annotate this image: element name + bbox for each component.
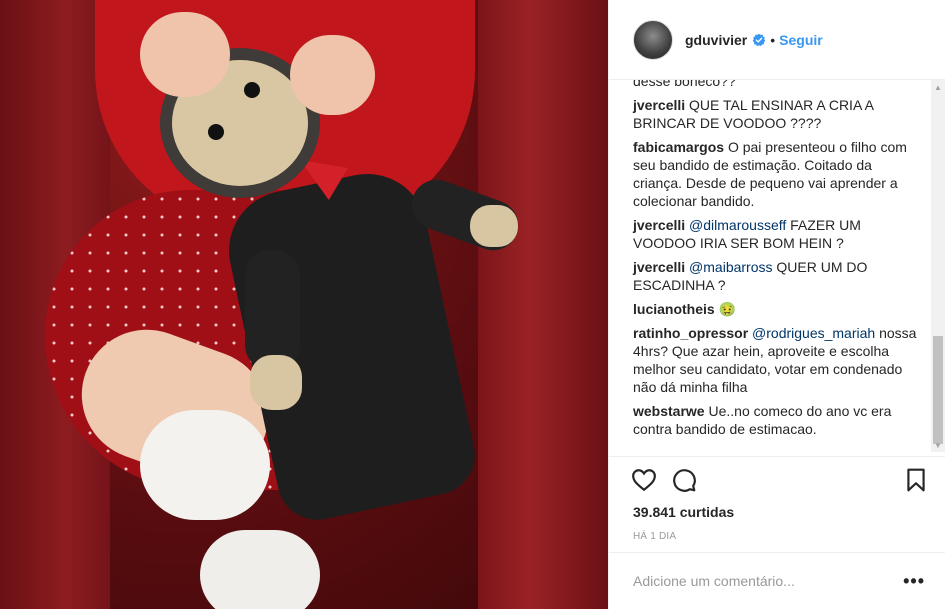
doll-arm xyxy=(245,250,300,370)
username[interactable]: gduvivier xyxy=(685,32,747,48)
comment-username[interactable]: jvercelli xyxy=(633,259,685,275)
comment: jvercelli @maibarross QUER UM DO ESCADIN… xyxy=(633,258,921,294)
doll-eye xyxy=(244,82,260,98)
comment: webstarwe Ue..no comeco do ano vc era co… xyxy=(633,402,921,438)
separator-dot: • xyxy=(770,31,776,48)
scroll-down-arrow-icon[interactable]: ▼ xyxy=(931,438,945,452)
comment: ratinho_opressor @rodrigues_mariah nossa… xyxy=(633,324,921,396)
verified-badge-icon xyxy=(752,33,766,46)
doll-eye xyxy=(208,124,224,140)
doll-hand xyxy=(250,355,302,410)
scrollbar-thumb[interactable] xyxy=(933,336,943,444)
comment-text: desse boneco?? xyxy=(633,80,736,89)
baby-sock xyxy=(140,410,270,520)
more-options-button[interactable]: ••• xyxy=(903,571,925,592)
post-header: gduvivier • Seguir xyxy=(609,0,945,80)
scroll-up-arrow-icon[interactable]: ▲ xyxy=(931,80,945,94)
post-sidebar: gduvivier • Seguir desse boneco?? jvercel… xyxy=(608,0,945,609)
follow-button[interactable]: Seguir xyxy=(779,32,823,48)
baby-hand xyxy=(140,12,230,97)
comments-panel[interactable]: desse boneco?? jvercelli QUE TAL ENSINAR … xyxy=(609,80,945,452)
comment-mention[interactable]: @rodrigues_mariah xyxy=(752,325,875,341)
post-timestamp[interactable]: HÁ 1 DIA xyxy=(609,522,945,552)
comment-list: desse boneco?? jvercelli QUE TAL ENSINAR … xyxy=(609,80,931,452)
comment: jvercelli QUE TAL ENSINAR A CRIA A BRINC… xyxy=(633,96,921,132)
comment: lucianotheis 🤢 xyxy=(633,300,921,318)
add-comment-bar: ••• xyxy=(609,552,945,609)
comment-username[interactable]: jvercelli xyxy=(633,97,685,113)
like-count[interactable]: 39.841 curtidas xyxy=(609,502,945,522)
bookmark-icon[interactable] xyxy=(903,467,929,493)
comment: desse boneco?? xyxy=(633,80,921,90)
comment-username[interactable]: fabicamargos xyxy=(633,139,724,155)
comment-username[interactable]: lucianotheis xyxy=(633,301,715,317)
comment-username[interactable]: jvercelli xyxy=(633,217,685,233)
comment-username[interactable]: webstarwe xyxy=(633,403,705,419)
comment: jvercelli @dilmarousseff FAZER UM VOODOO… xyxy=(633,216,921,252)
scrollbar[interactable]: ▲ ▼ xyxy=(931,80,945,452)
comment-bubble-icon[interactable] xyxy=(671,467,697,493)
heart-icon[interactable] xyxy=(631,467,657,493)
instagram-post: gduvivier • Seguir desse boneco?? jvercel… xyxy=(0,0,945,609)
baby-hand xyxy=(290,35,375,115)
avatar[interactable] xyxy=(633,19,673,60)
comment-mention[interactable]: @maibarross xyxy=(689,259,772,275)
baby-sock xyxy=(200,530,320,609)
action-bar xyxy=(609,456,945,502)
comment-text: 🤢 xyxy=(718,301,737,317)
comment: fabicamargos O pai presenteou o filho co… xyxy=(633,138,921,210)
comment-mention[interactable]: @dilmarousseff xyxy=(689,217,786,233)
comment-username[interactable]: ratinho_opressor xyxy=(633,325,748,341)
comment-input[interactable] xyxy=(633,573,904,589)
doll-hand xyxy=(470,205,518,247)
car-seat-right xyxy=(478,0,608,609)
post-photo[interactable] xyxy=(0,0,608,609)
